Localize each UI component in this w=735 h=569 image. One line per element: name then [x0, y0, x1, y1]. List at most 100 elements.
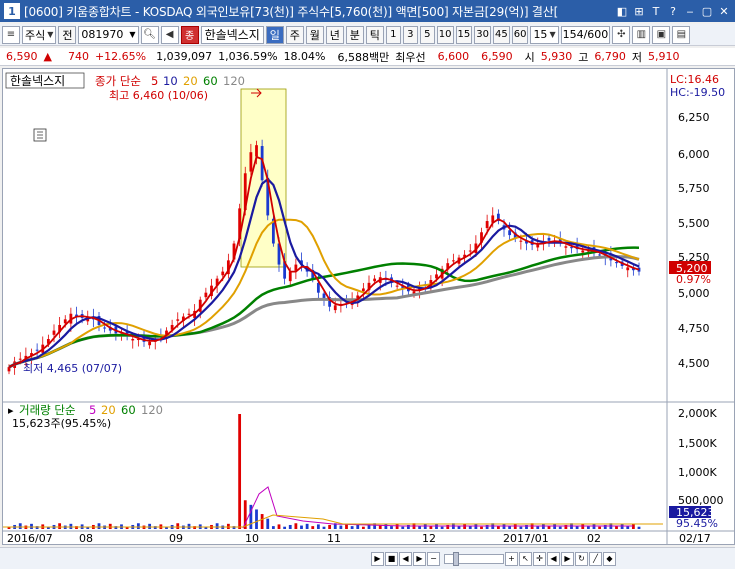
adjust-icon[interactable]: ✣ [612, 25, 631, 44]
date-label: 08 [79, 532, 93, 544]
date-label: 11 [327, 532, 341, 544]
line-icon[interactable]: ╱ [589, 551, 602, 566]
chart-panel[interactable]: 한솔넥스지 종가 단순 5 10 20 60 120 최고 6,460 (10/… [2, 68, 735, 545]
volume-bar [592, 524, 596, 529]
market-select[interactable]: 주식 ▼ [22, 25, 57, 44]
scroll-first-icon[interactable]: ◀ [399, 551, 412, 566]
cross-icon[interactable]: ✛ [533, 551, 546, 566]
minimize-icon[interactable]: ‒ [683, 4, 697, 18]
scroll-left-icon[interactable]: ▶ [371, 551, 384, 566]
stock-name[interactable]: 한솔넥스지 [200, 25, 264, 44]
volume-bar [328, 524, 332, 529]
best-quote-label: 최우선 [395, 50, 426, 64]
text-icon[interactable]: T [649, 4, 663, 18]
price-change-pct: +12.65% [94, 50, 147, 63]
candle-body [148, 341, 152, 346]
interval-button[interactable]: 10 [436, 25, 454, 44]
volume-tick: 1,500K [678, 437, 717, 450]
period-week-button[interactable]: 주 [285, 25, 304, 44]
interval-button[interactable]: 15 [455, 25, 473, 44]
ma-period-120: 120 [223, 74, 245, 88]
volume-bar [350, 526, 354, 529]
volume-bar [176, 523, 180, 529]
help-icon[interactable]: ? [666, 4, 680, 18]
candle-body [18, 358, 22, 360]
volume-bar [553, 524, 557, 529]
count-input[interactable]: 154/600 [560, 25, 611, 44]
chart-scrollbar[interactable]: ▶ ■ ◀ ▶ − + ↖ ✛ ◀ ▶ ↻ ╱ ◆ [0, 547, 735, 569]
ma60-line [8, 246, 640, 369]
ma-period-5: 5 [151, 74, 158, 88]
interval-button[interactable]: 5 [419, 25, 435, 44]
volume: 1,039,097 [156, 50, 213, 63]
volume-bar [288, 524, 292, 529]
zoom-slider[interactable] [444, 551, 504, 566]
volume-bar [30, 523, 33, 529]
search-icon[interactable]: 🔍︎ [140, 25, 159, 44]
volume-bar [316, 524, 320, 529]
candle-body [249, 152, 253, 172]
speaker-icon[interactable]: ◀ [160, 25, 179, 44]
volume-bar [215, 523, 219, 529]
next-page-icon[interactable]: ▶ [561, 551, 574, 566]
period-month-button[interactable]: 월 [305, 25, 324, 44]
candle-body [451, 260, 455, 262]
market-select-value: 주식 [25, 28, 46, 42]
volume-bar [187, 523, 191, 529]
bars-icon[interactable]: ▥ [632, 25, 651, 44]
period-tick-button[interactable]: 틱 [365, 25, 384, 44]
price-tick: 4,750 [678, 322, 710, 335]
date-label: 2016/07 [7, 532, 53, 544]
zoom-slider-thumb[interactable] [453, 551, 459, 566]
high-annotation: 최고 6,460 (10/06) [109, 89, 208, 102]
layout-icon[interactable]: ◧ [615, 4, 629, 18]
stop-icon[interactable]: ■ [385, 551, 398, 566]
price-tick: 5,750 [678, 182, 710, 195]
stock-code-input[interactable]: 081970 ▼ [78, 25, 139, 44]
window-titlebar: 1 [0600] 키움종합차트 - KOSDAQ 외국인보유[73(천)] 주식… [0, 0, 735, 22]
refresh-icon[interactable]: ↻ [575, 551, 588, 566]
marker-icon[interactable]: ◆ [603, 551, 616, 566]
period-year-button[interactable]: 년 [325, 25, 344, 44]
interval-button[interactable]: 30 [474, 25, 491, 44]
maximize-icon[interactable]: ▢ [700, 4, 714, 18]
candle-body [103, 327, 107, 329]
period-minute-button[interactable]: 분 [345, 25, 364, 44]
interval-select[interactable]: 15 ▼ [530, 25, 559, 44]
volume-ma-label: 거래량 단순 [19, 403, 76, 417]
cursor-icon[interactable]: ↖ [519, 551, 532, 566]
chart-stock-name: 한솔넥스지 [10, 74, 65, 88]
candle-body [485, 221, 489, 229]
interval-button[interactable]: 60 [511, 25, 529, 44]
prev-page-icon[interactable]: ◀ [547, 551, 560, 566]
candle-body [468, 250, 472, 252]
volume-bar [283, 526, 287, 529]
scroll-last-icon[interactable]: ▶ [413, 551, 426, 566]
list-icon[interactable]: ≡ [2, 25, 20, 44]
volume-bar [390, 526, 393, 529]
volume-bar [626, 526, 630, 529]
high-price: 6,790 [594, 50, 626, 63]
close-icon[interactable]: ✕ [717, 4, 731, 18]
prev-button[interactable]: 전 [58, 25, 77, 44]
zoom-in-icon[interactable]: + [505, 551, 518, 566]
current-price: 6,590 [6, 50, 38, 63]
interval-button[interactable]: 45 [492, 25, 510, 44]
interval-button[interactable]: 3 [402, 25, 418, 44]
grid-icon[interactable]: ⊞ [632, 4, 646, 18]
stock-type-icon: 종 [180, 25, 199, 44]
more-icon[interactable]: ▤ [672, 25, 691, 44]
period-day-button[interactable]: 일 [265, 25, 284, 44]
volume-bar [435, 524, 438, 529]
turnover-rate: 18.04% [283, 50, 326, 63]
zoom-out-icon[interactable]: − [427, 551, 440, 566]
interval-button[interactable]: 1 [385, 25, 401, 44]
price-tick: 6,250 [678, 111, 710, 124]
volume-bar [508, 526, 512, 529]
volume-bar [69, 523, 73, 529]
price-chart[interactable]: 한솔넥스지 종가 단순 5 10 20 60 120 최고 6,460 (10/… [3, 69, 734, 545]
candle-body [547, 237, 551, 241]
save-icon[interactable]: ▣ [652, 25, 671, 44]
price-ma-label: 종가 단순 [95, 74, 141, 88]
volume-tick: 2,000K [678, 407, 717, 420]
